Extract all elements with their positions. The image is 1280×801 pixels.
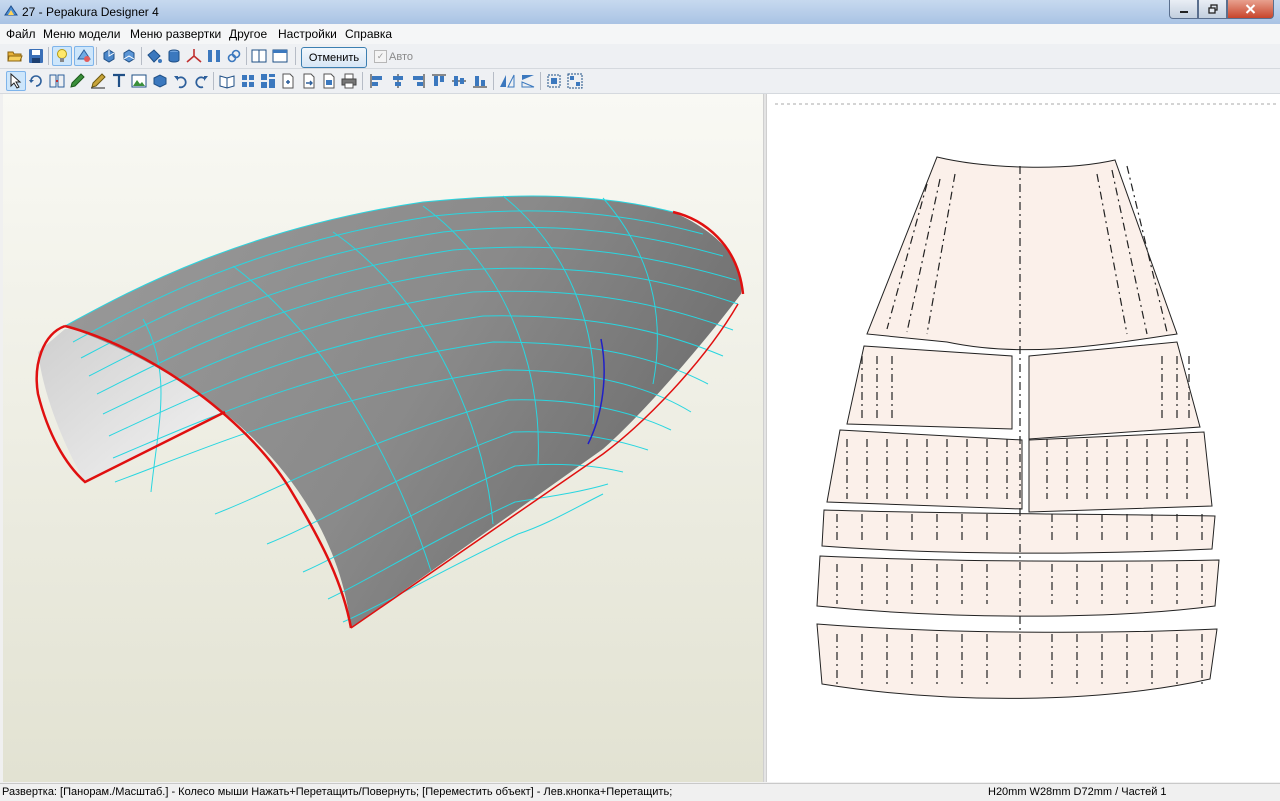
restore-icon: [1207, 4, 1218, 14]
menu-bar: Файл Меню модели Меню развертки Другое Н…: [0, 24, 1280, 44]
join-parts-icon[interactable]: [48, 72, 66, 90]
menu-settings[interactable]: Настройки: [278, 27, 337, 41]
pen-edit-icon[interactable]: [68, 72, 86, 90]
lightbulb-icon[interactable]: [52, 46, 72, 66]
fit-page-icon[interactable]: [545, 72, 563, 90]
main-toolbar: [0, 44, 1280, 69]
auto-checkbox[interactable]: ✓: [374, 50, 387, 63]
align-right-icon[interactable]: [409, 72, 427, 90]
close-icon: [1245, 4, 1256, 14]
part-row2-right: [1028, 341, 1201, 440]
window-title: 27 - Pepakura Designer 4: [22, 5, 159, 19]
menu-help[interactable]: Справка: [345, 27, 392, 41]
split-view-icon[interactable]: [205, 47, 223, 65]
align-left-icon[interactable]: [368, 72, 386, 90]
title-bar: 27 - Pepakura Designer 4: [0, 0, 1280, 25]
mirror-h-icon[interactable]: [498, 72, 516, 90]
menu-other[interactable]: Другое: [229, 27, 267, 41]
menu-file[interactable]: Файл: [6, 27, 36, 41]
part-row4: [821, 509, 1216, 554]
status-dimensions: H20mm W28mm D72mm / Частей 1: [988, 786, 1167, 798]
part-row3: [826, 429, 1023, 510]
parts-layout-icon[interactable]: [259, 72, 277, 90]
part-top: [866, 156, 1178, 351]
part-row2: [846, 345, 1013, 430]
cube-icon[interactable]: [151, 72, 169, 90]
printer-icon[interactable]: [340, 72, 358, 90]
cylinder-icon[interactable]: [165, 47, 183, 65]
unfold-parts: [816, 156, 1220, 699]
auto-label: Авто: [389, 51, 413, 63]
align-bottom-icon[interactable]: [471, 72, 489, 90]
menu-model[interactable]: Меню модели: [43, 27, 120, 41]
mirror-v-icon[interactable]: [519, 72, 537, 90]
page-export-icon[interactable]: [300, 72, 318, 90]
page-move-icon[interactable]: [320, 72, 338, 90]
close-button[interactable]: [1227, 0, 1274, 19]
part-row6: [816, 623, 1218, 699]
link-icon[interactable]: [225, 47, 243, 65]
axes-icon[interactable]: [185, 47, 203, 65]
undo-button[interactable]: Отменить: [301, 47, 367, 68]
select-arrow-icon[interactable]: [6, 71, 26, 91]
part-row3-right: [1028, 431, 1213, 513]
paint-bucket-icon[interactable]: [145, 47, 163, 65]
window-controls: [1169, 0, 1274, 20]
texture-icon[interactable]: [74, 46, 94, 66]
text-icon[interactable]: [110, 72, 128, 90]
rotate-model-icon[interactable]: [100, 47, 118, 65]
model-3d-view[interactable]: [3, 94, 763, 782]
align-top-icon[interactable]: [430, 72, 448, 90]
pattern-grid-icon[interactable]: [239, 72, 257, 90]
menu-unfold[interactable]: Меню развертки: [130, 27, 221, 41]
dual-pane-icon[interactable]: [250, 47, 268, 65]
align-center-icon[interactable]: [389, 72, 407, 90]
minimize-icon: [1179, 11, 1188, 13]
multi-select-icon[interactable]: [566, 72, 584, 90]
save-icon[interactable]: [27, 47, 45, 65]
minimize-button[interactable]: [1169, 0, 1198, 19]
flip-model-icon[interactable]: [120, 47, 138, 65]
open-icon[interactable]: [6, 47, 24, 65]
single-pane-icon[interactable]: [271, 47, 289, 65]
status-bar: Развертка: [Панорам./Масштаб.] - Колесо …: [0, 783, 1280, 801]
redo-arrow-icon[interactable]: [192, 72, 210, 90]
status-hint: Развертка: [Панорам./Масштаб.] - Колесо …: [2, 786, 673, 798]
page-add-icon[interactable]: [279, 72, 297, 90]
align-middle-icon[interactable]: [450, 72, 468, 90]
maximize-button[interactable]: [1198, 0, 1227, 19]
flap-edit-icon[interactable]: [89, 72, 107, 90]
unfold-2d-view[interactable]: [767, 94, 1280, 782]
pepakura-app-icon: [4, 5, 18, 16]
unfold-book-icon[interactable]: [218, 72, 236, 90]
unfold-toolbar: [0, 69, 1280, 94]
rotate-part-icon[interactable]: [27, 72, 45, 90]
undo-arrow-icon[interactable]: [172, 72, 190, 90]
image-icon[interactable]: [130, 72, 148, 90]
part-row5: [816, 555, 1220, 617]
3d-model[interactable]: [3, 94, 763, 782]
unfold-pattern[interactable]: [767, 94, 1280, 782]
